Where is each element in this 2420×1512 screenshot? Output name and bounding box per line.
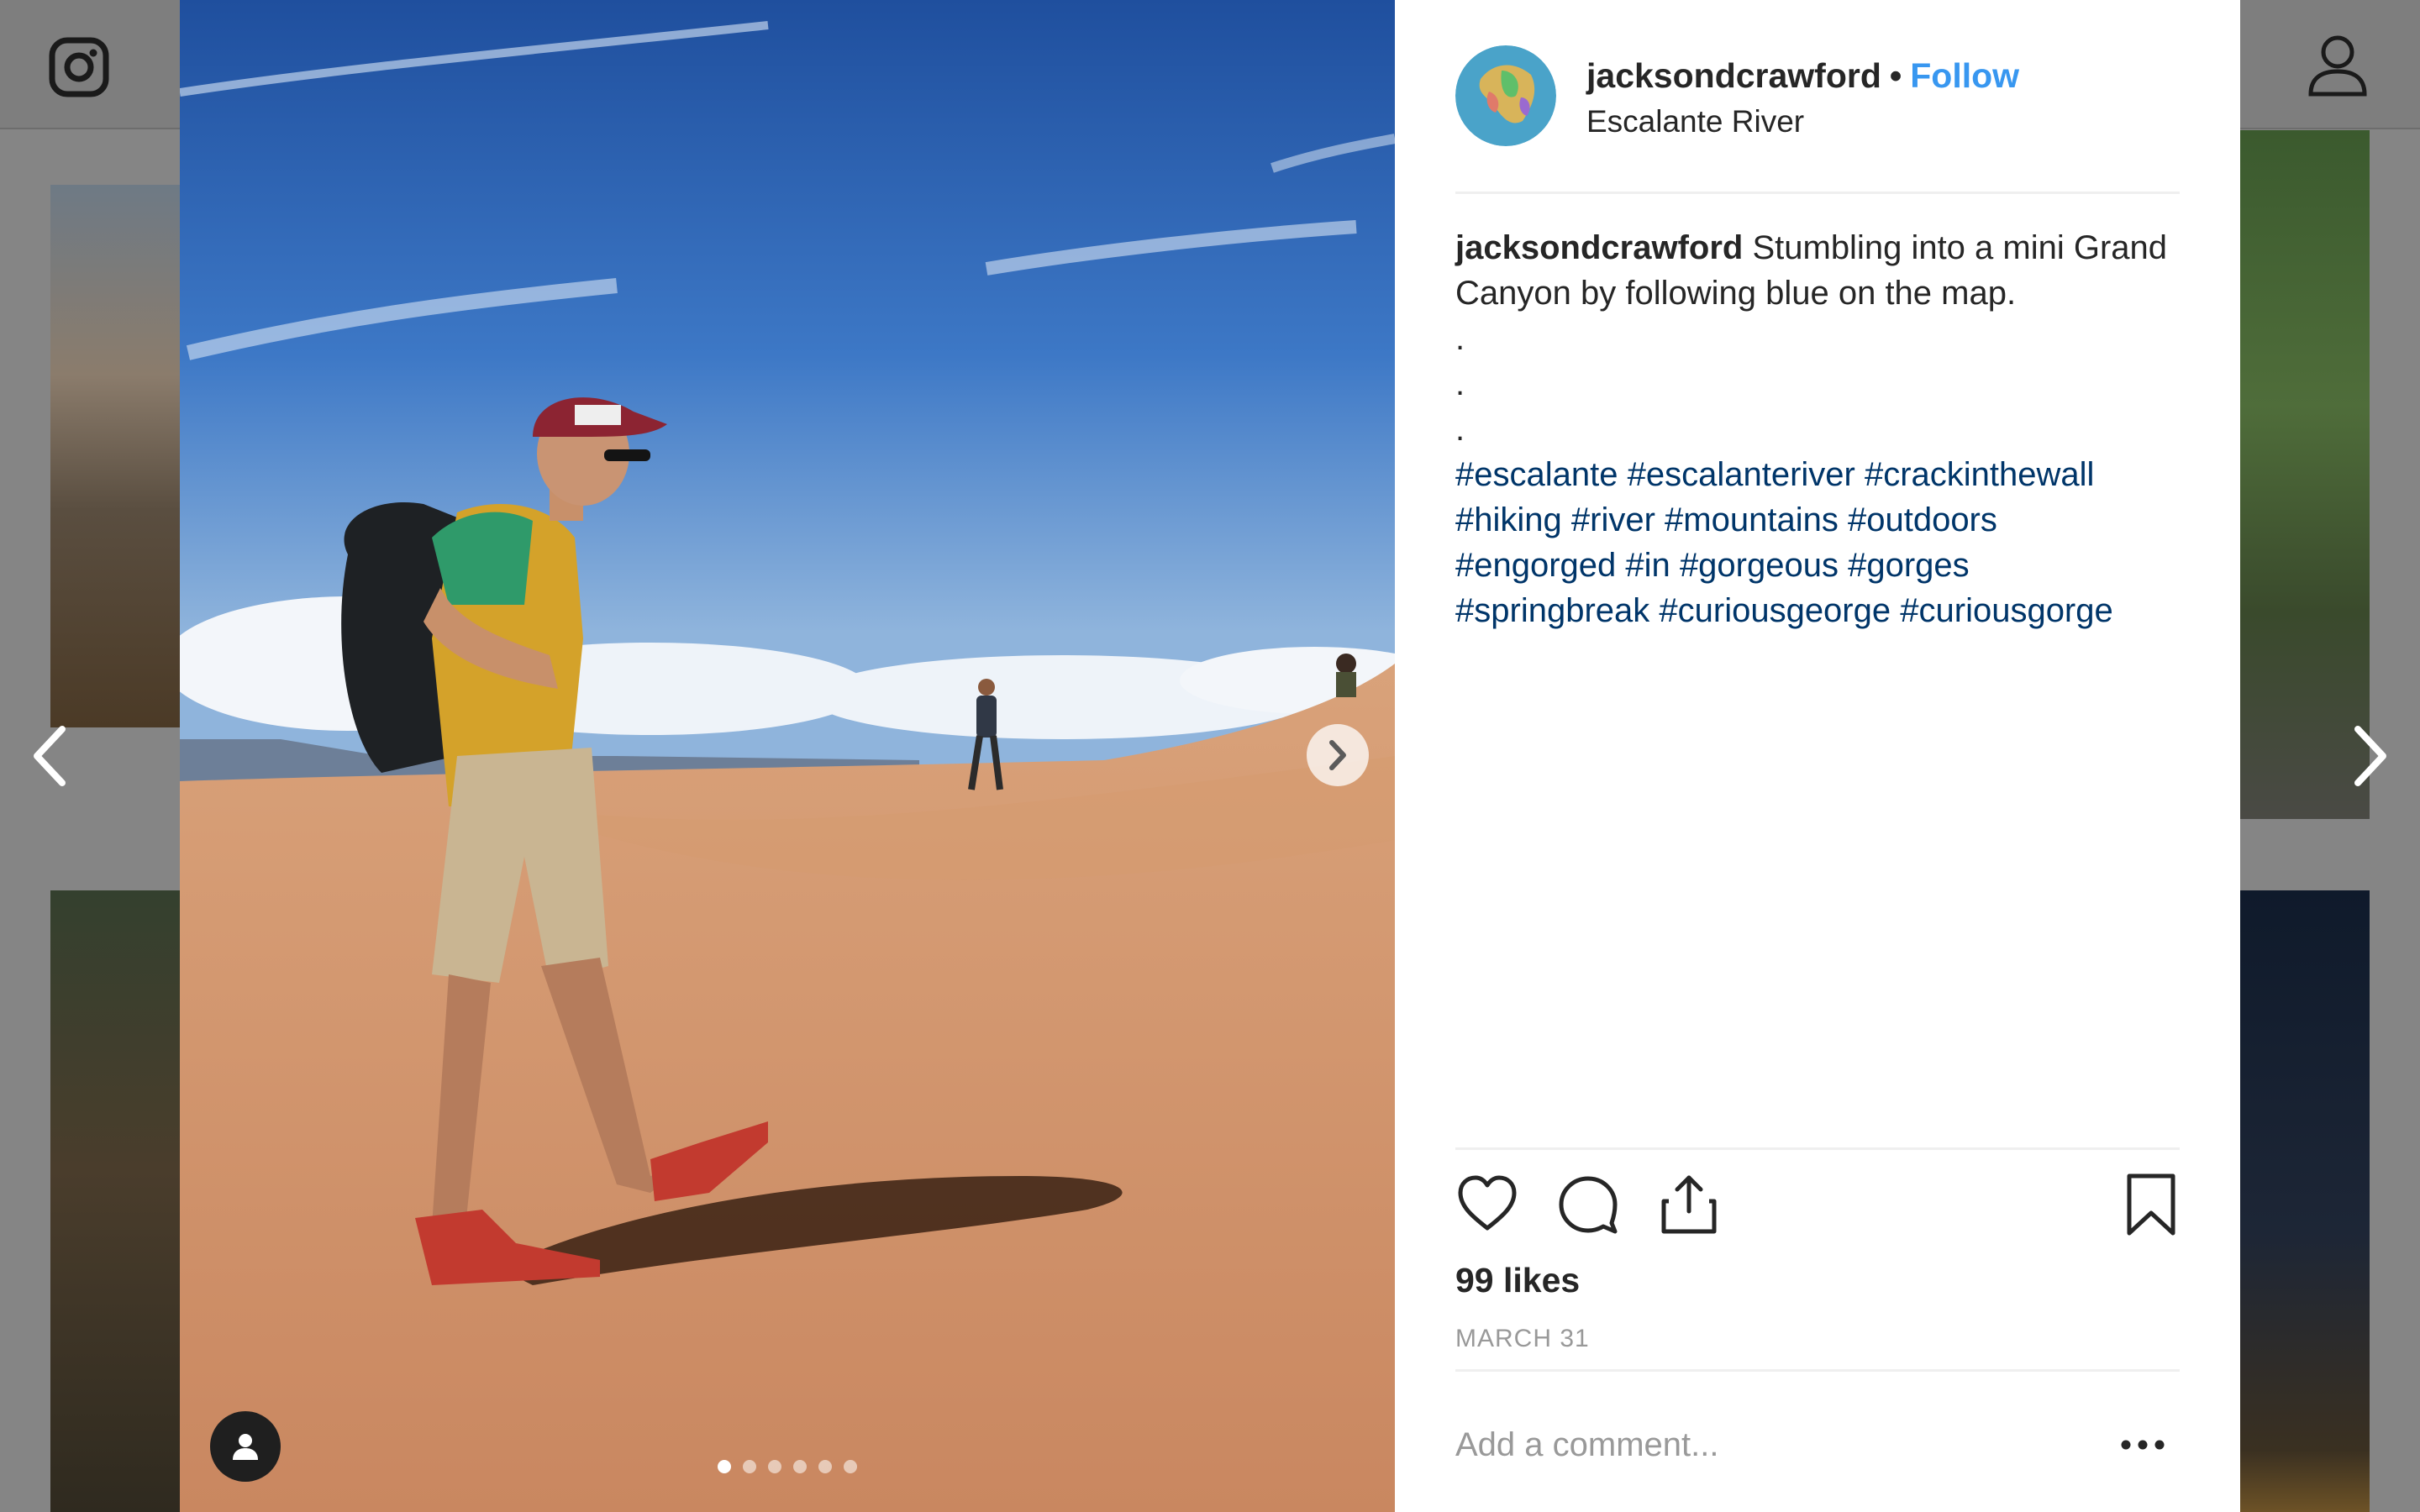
caption-text: Canyon by following blue on the map. (1455, 275, 2017, 312)
caption-text: . (1455, 365, 1465, 402)
hashtag-link[interactable]: #escalante (1455, 456, 1618, 493)
more-icon[interactable] (2118, 1428, 2168, 1462)
post-caption: jacksondcrawford Stumbling into a mini G… (1455, 225, 2178, 633)
tagged-users-button[interactable] (210, 1411, 281, 1482)
carousel-indicator (718, 1460, 857, 1473)
background-tile (2240, 130, 2370, 819)
user-tag-icon (233, 1434, 258, 1460)
bookmark-icon[interactable] (2119, 1173, 2183, 1236)
share-icon[interactable] (1657, 1173, 1721, 1236)
background-tile (2240, 890, 2370, 1512)
chevron-left-icon[interactable] (30, 724, 67, 788)
heart-icon[interactable] (1455, 1173, 1519, 1236)
hashtag-link[interactable]: #curiousgeorge (1659, 592, 1891, 629)
separator: • (1889, 56, 1902, 95)
divider (1455, 1147, 2180, 1150)
chevron-right-icon (1329, 740, 1346, 770)
hashtag-link[interactable]: #gorgeous (1680, 547, 1839, 584)
hashtag-link[interactable]: #engorged (1455, 547, 1616, 584)
carousel-dot (793, 1460, 807, 1473)
like-count[interactable]: 99 likes (1455, 1257, 1580, 1304)
divider (1455, 1369, 2180, 1372)
post-side-panel: jacksondcrawford • Follow Escalante River … (1455, 0, 2180, 1512)
carousel-dot (718, 1460, 731, 1473)
hashtag-line: #engorged #in #gorgeous #gorges (1455, 543, 2178, 588)
hashtag-link[interactable]: #mountains (1665, 501, 1839, 538)
divider (1455, 192, 2180, 194)
comment-icon[interactable] (1556, 1173, 1620, 1236)
post-photo[interactable] (180, 0, 1395, 1512)
caption-username[interactable]: jacksondcrawford (1455, 229, 1743, 266)
background-tile (50, 185, 180, 727)
carousel-next-button[interactable] (1307, 724, 1369, 786)
hashtag-link[interactable]: #curiousgorge (1900, 592, 2113, 629)
post-modal: jacksondcrawford • Follow Escalante River … (180, 0, 2240, 1512)
carousel-dot (844, 1460, 857, 1473)
hashtag-link[interactable]: #in (1625, 547, 1670, 584)
profile-icon[interactable] (2307, 34, 2368, 97)
hashtag-link[interactable]: #outdoors (1848, 501, 1997, 538)
post-date: MARCH 31 (1455, 1325, 1590, 1352)
background-tile (50, 890, 180, 1512)
comment-input[interactable] (1455, 1420, 2094, 1470)
hashtag-link[interactable]: #river (1571, 501, 1655, 538)
follow-button[interactable]: Follow (1910, 56, 2019, 95)
post-header: jacksondcrawford • Follow (1586, 52, 2019, 99)
caption-text: Stumbling into a mini Grand (1752, 229, 2168, 266)
carousel-dot (818, 1460, 832, 1473)
carousel-dot (743, 1460, 756, 1473)
carousel-dot (768, 1460, 781, 1473)
hashtag-line: #hiking #river #mountains #outdoors (1455, 497, 2178, 543)
location-link[interactable]: Escalante River (1586, 101, 1804, 143)
caption-text: . (1455, 320, 1465, 357)
caption-text: . (1455, 411, 1465, 448)
hashtag-line: #escalante #escalanteriver #crackinthewa… (1455, 452, 2178, 497)
avatar[interactable] (1455, 45, 1556, 146)
username-link[interactable]: jacksondcrawford (1586, 56, 1881, 95)
hashtag-link[interactable]: #crackinthewall (1865, 456, 2094, 493)
hashtag-link[interactable]: #hiking (1455, 501, 1562, 538)
hashtag-line: #springbreak #curiousgeorge #curiousgorg… (1455, 588, 2178, 633)
chevron-right-icon[interactable] (2353, 724, 2390, 788)
instagram-icon[interactable] (49, 37, 109, 97)
action-bar (1455, 1173, 2180, 1240)
hashtag-link[interactable]: #escalanteriver (1628, 456, 1855, 493)
hashtag-link[interactable]: #gorges (1848, 547, 1970, 584)
hashtag-link[interactable]: #springbreak (1455, 592, 1649, 629)
